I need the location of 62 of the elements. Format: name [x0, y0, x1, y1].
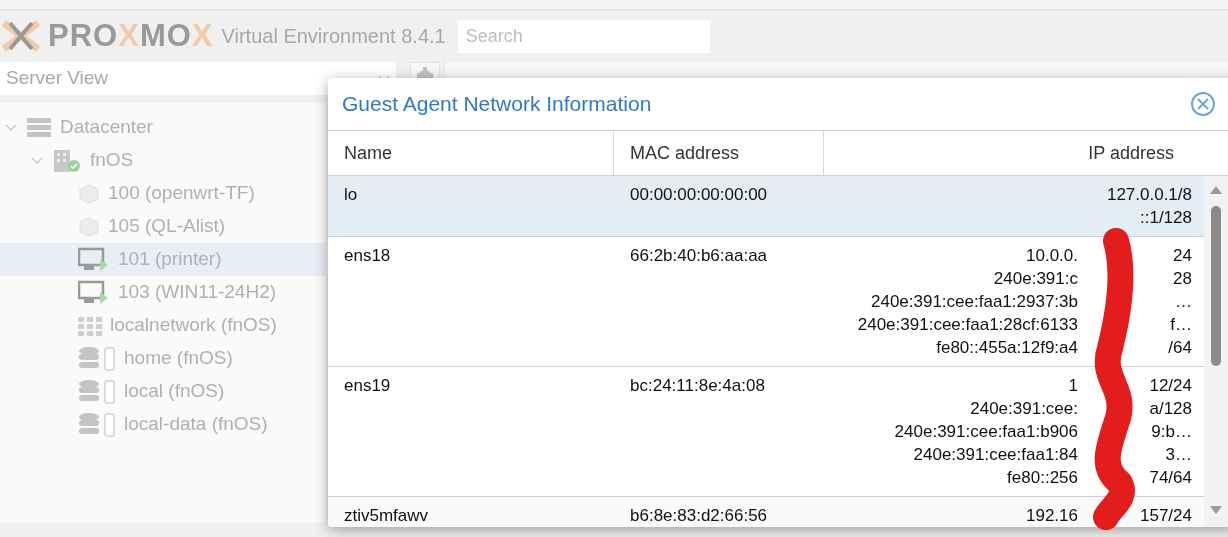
- ip-address-text: 127.0.0.1/8: [1106, 185, 1192, 204]
- tree-item[interactable]: local-data (fnOS): [0, 408, 326, 441]
- ip-address-text: 10.0.0.: [1026, 246, 1078, 265]
- table-cell: lo: [328, 176, 614, 237]
- ip-address-text: fe80::256: [1007, 468, 1078, 487]
- ip-address-text: 12/24: [1148, 375, 1192, 397]
- chevron-down-icon[interactable]: [4, 123, 18, 132]
- ip-address-text: 24: [1172, 245, 1192, 267]
- cube-icon: [78, 182, 100, 205]
- search-field[interactable]: Search: [457, 19, 710, 53]
- ip-address-text: 240e:391:c: [993, 269, 1078, 288]
- ip-address-text: 28: [1172, 268, 1192, 290]
- close-icon[interactable]: [1190, 91, 1216, 117]
- ip-address-text: f…: [1169, 314, 1192, 336]
- monitor-icon: [78, 246, 110, 273]
- ip-address-text: ::1/128: [1140, 208, 1192, 227]
- ip-address-text: 192.16: [1026, 506, 1078, 525]
- ip-address-text: 240e:391:cee:faa1:b906: [894, 422, 1078, 441]
- tree-item[interactable]: fnOS: [0, 144, 326, 177]
- tree-item[interactable]: home (fnOS): [0, 342, 326, 375]
- column-header[interactable]: MAC address: [614, 130, 824, 176]
- logo-text: PROXMOX: [48, 16, 214, 55]
- tree-item[interactable]: 101 (printer): [0, 243, 326, 276]
- column-header[interactable]: IP address: [824, 130, 1228, 176]
- table-cell: ens18: [328, 237, 614, 367]
- ip-address-text: fe80::455a:12f9:a4: [936, 338, 1078, 357]
- ip-address-text: 1: [1068, 376, 1078, 395]
- settings-button[interactable]: [410, 62, 440, 78]
- table-cell: 66:2b:40:b6:aa:aa: [614, 237, 824, 367]
- ip-address-text: a/128: [1148, 398, 1192, 420]
- server-rack-icon: [26, 116, 52, 139]
- tree-item[interactable]: localnetwork (fnOS): [0, 309, 326, 342]
- grid-icon: [78, 315, 102, 336]
- ip-address-text: 9:b…: [1150, 421, 1192, 443]
- tree-item[interactable]: Datacenter: [0, 111, 326, 144]
- column-header[interactable]: Name: [328, 130, 614, 176]
- ip-address-text: 157/24: [1139, 505, 1192, 527]
- chevron-down-icon[interactable]: [30, 156, 44, 165]
- product-title: Virtual Environment 8.4.1: [221, 24, 446, 49]
- view-selector[interactable]: Server View: [0, 62, 396, 95]
- database-icon: [78, 378, 116, 405]
- tree-item[interactable]: 105 (QL-Alist): [0, 210, 326, 243]
- ip-address-text: 240e:391:cee:faa1:2937:3b: [870, 292, 1078, 311]
- tree-item[interactable]: 103 (WIN11-24H2): [0, 276, 326, 309]
- database-icon: [78, 411, 116, 438]
- ip-address-text: 74/64: [1148, 467, 1192, 489]
- ip-address-text: 240e:391:cee:: [970, 399, 1078, 418]
- database-icon: [78, 345, 116, 372]
- table-cell: b6:8e:83:d2:66:56: [614, 497, 824, 527]
- ip-address-text: 3…: [1164, 444, 1192, 466]
- table-cell: 00:00:00:00:00:00: [614, 176, 824, 237]
- table-cell: ztiv5mfawv: [328, 497, 614, 527]
- ip-address-text: 240e:391:cee:faa1:28cf:6133: [857, 315, 1078, 334]
- tree-item[interactable]: 100 (openwrt-TF): [0, 177, 326, 210]
- tree-item[interactable]: local (fnOS): [0, 375, 326, 408]
- monitor-icon: [78, 279, 110, 306]
- logo-icon: [2, 21, 40, 51]
- building-icon: [52, 148, 82, 173]
- ip-address-text: /64: [1167, 337, 1192, 359]
- ip-address-text: 240e:391:cee:faa1:84: [913, 445, 1078, 464]
- ip-address-text: …: [1174, 291, 1192, 313]
- cube-icon: [78, 215, 100, 238]
